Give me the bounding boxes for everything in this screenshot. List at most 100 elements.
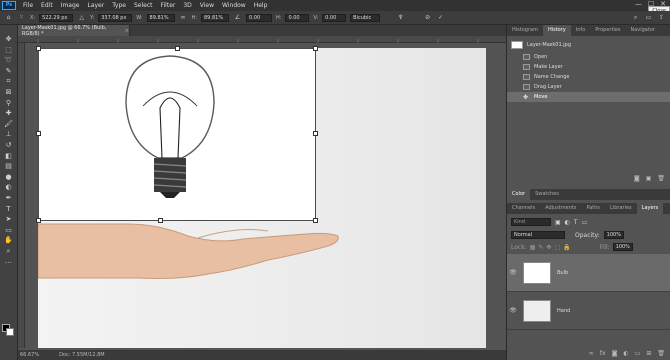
y-field[interactable]: 337.08 px: [98, 13, 133, 22]
filter-pixel-icon[interactable]: ▣: [555, 219, 561, 226]
blend-mode-select[interactable]: Normal: [511, 231, 565, 239]
free-transform-bounding-box[interactable]: [36, 46, 318, 223]
search-icon[interactable]: ⌕: [631, 13, 640, 22]
gradient-tool-icon[interactable]: ▤: [4, 162, 14, 170]
tab-libraries[interactable]: Libraries: [605, 203, 637, 214]
document-info[interactable]: Doc: 7.55M/12.8M: [59, 352, 105, 358]
new-group-icon[interactable]: ▭: [635, 350, 641, 357]
menu-select[interactable]: Select: [130, 2, 157, 9]
more-tools-icon[interactable]: …: [4, 257, 14, 265]
transform-handle-left[interactable]: [36, 131, 41, 136]
lock-all-icon[interactable]: 🔒: [563, 244, 570, 251]
eye-icon[interactable]: 👁: [507, 269, 519, 276]
angle-field[interactable]: 0.00: [246, 13, 272, 22]
lock-artboard-icon[interactable]: ⬚: [554, 244, 560, 251]
background-color-swatch[interactable]: [6, 328, 14, 336]
transform-handle-bottom[interactable]: [158, 218, 163, 223]
tab-adjustments[interactable]: Adjustments: [540, 203, 581, 214]
tab-info[interactable]: Info: [571, 25, 590, 36]
transform-handle-top[interactable]: [175, 46, 180, 51]
dodge-tool-icon[interactable]: ◐: [4, 183, 14, 191]
tab-color[interactable]: Color: [507, 189, 531, 200]
menu-type[interactable]: Type: [108, 2, 130, 9]
menu-filter[interactable]: Filter: [157, 2, 180, 9]
tab-navigator[interactable]: Navigator: [625, 25, 659, 36]
trash-icon[interactable]: 🗑: [657, 350, 665, 357]
commit-transform-icon[interactable]: ✓: [436, 13, 445, 22]
history-step-make-layer[interactable]: Make Layer: [507, 62, 670, 72]
history-snapshot[interactable]: Layer-Mask01.jpg: [507, 38, 670, 52]
zoom-level[interactable]: 66.67%: [20, 352, 39, 358]
add-mask-icon[interactable]: ◙: [612, 350, 618, 357]
trash-icon[interactable]: 🗑: [657, 175, 665, 185]
pen-tool-icon[interactable]: ✒: [4, 194, 14, 202]
history-step-open[interactable]: Open: [507, 52, 670, 62]
menu-3d[interactable]: 3D: [179, 2, 195, 9]
reference-point-icon[interactable]: ⁙: [17, 13, 26, 22]
eye-icon[interactable]: 👁: [507, 307, 519, 314]
history-step-drag-layer[interactable]: Drag Layer: [507, 82, 670, 92]
layer-name[interactable]: Bulb: [557, 270, 568, 276]
history-brush-tool-icon[interactable]: ↺: [4, 141, 14, 149]
eyedropper-tool-icon[interactable]: ⚲: [4, 99, 14, 107]
layer-style-icon[interactable]: fx: [600, 350, 606, 357]
path-selection-tool-icon[interactable]: ➤: [4, 215, 14, 223]
layer-row-hand[interactable]: 👁 Hand: [507, 292, 670, 330]
minimize-icon[interactable]: —: [635, 0, 642, 8]
transform-handle-bottom-left[interactable]: [36, 218, 41, 223]
eraser-tool-icon[interactable]: ◧: [4, 152, 14, 160]
quick-selection-tool-icon[interactable]: ✎: [4, 67, 14, 75]
link-layers-icon[interactable]: ∞: [589, 350, 594, 357]
vertical-ruler[interactable]: [18, 43, 25, 348]
frame-tool-icon[interactable]: ⊠: [4, 88, 14, 96]
healing-brush-tool-icon[interactable]: ✚: [4, 109, 14, 117]
new-layer-icon[interactable]: ⊞: [646, 350, 651, 357]
tab-close-icon[interactable]: ×: [125, 28, 129, 34]
filter-type-icon[interactable]: T: [574, 219, 578, 226]
horizontal-ruler[interactable]: [18, 36, 506, 43]
camera-icon[interactable]: ◙: [634, 175, 640, 185]
tab-layers[interactable]: Layers: [636, 203, 664, 214]
filter-adjustment-icon[interactable]: ◐: [565, 219, 570, 226]
tab-histogram[interactable]: Histogram: [507, 25, 543, 36]
history-step-name-change[interactable]: Name Change: [507, 72, 670, 82]
tab-history[interactable]: History: [542, 25, 571, 36]
height-field[interactable]: 89.81%: [201, 13, 229, 22]
menu-view[interactable]: View: [196, 2, 218, 9]
adjustment-layer-icon[interactable]: ◐: [623, 350, 628, 357]
hand-tool-icon[interactable]: ✋: [4, 236, 14, 244]
vskew-field[interactable]: 0.00: [322, 13, 347, 22]
menu-edit[interactable]: Edit: [37, 2, 57, 9]
lock-pixels-icon[interactable]: ▦: [530, 244, 536, 251]
type-tool-icon[interactable]: T: [4, 205, 14, 213]
menu-help[interactable]: Help: [250, 2, 272, 9]
transform-handle-top-left[interactable]: [36, 46, 41, 51]
link-icon[interactable]: ∞: [179, 13, 188, 22]
layer-kind-filter[interactable]: Kind: [511, 218, 551, 226]
zoom-tool-icon[interactable]: ⌕: [4, 247, 14, 255]
workspace-icon[interactable]: ▭: [644, 13, 653, 22]
tab-paths[interactable]: Paths: [581, 203, 605, 214]
transform-handle-top-right[interactable]: [313, 46, 318, 51]
home-icon[interactable]: ⌂: [4, 13, 13, 22]
blur-tool-icon[interactable]: ●: [4, 173, 14, 181]
fill-field[interactable]: 100%: [612, 243, 633, 251]
document-tab[interactable]: Layer-Mask01.jpg @ 66.7% (Bulb, RGB/8) *…: [18, 25, 130, 37]
transform-handle-right[interactable]: [313, 131, 318, 136]
layer-row-bulb[interactable]: 👁 Bulb: [507, 254, 670, 292]
transform-handle-bottom-right[interactable]: [313, 218, 318, 223]
x-field[interactable]: 522.29 px: [39, 13, 74, 22]
hskew-field[interactable]: 0.00: [285, 13, 310, 22]
tab-channels[interactable]: Channels: [507, 203, 540, 214]
menu-window[interactable]: Window: [218, 2, 250, 9]
opacity-field[interactable]: 100%: [603, 231, 624, 239]
move-tool-icon[interactable]: ✥: [4, 35, 14, 43]
lasso-tool-icon[interactable]: ➰: [4, 56, 14, 64]
layer-name[interactable]: Hand: [557, 308, 570, 314]
shape-tool-icon[interactable]: ▭: [4, 226, 14, 234]
marquee-tool-icon[interactable]: ⬚: [4, 46, 14, 54]
tab-swatches[interactable]: Swatches: [530, 189, 564, 200]
tab-properties[interactable]: Properties: [590, 25, 625, 36]
filter-shape-icon[interactable]: ▭: [582, 219, 588, 226]
crop-tool-icon[interactable]: ⌗: [4, 77, 14, 85]
